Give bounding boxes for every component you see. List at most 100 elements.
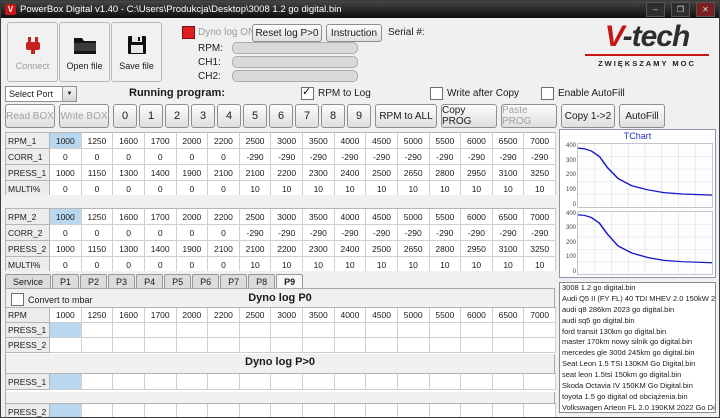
table-cell[interactable]: 10 — [492, 181, 525, 195]
table-cell[interactable]: 5500 — [429, 209, 462, 225]
file-list-item[interactable]: audi q8 286km 2023 go digital.bin — [560, 305, 715, 316]
table-cell[interactable] — [239, 404, 272, 417]
table-cell[interactable]: 6500 — [492, 308, 525, 323]
table-cell[interactable] — [397, 374, 430, 390]
table-cell[interactable]: -290 — [303, 149, 335, 165]
table-cell[interactable]: 2100 — [239, 165, 272, 181]
table-cell[interactable]: 0 — [50, 149, 82, 165]
table-cell[interactable]: -290 — [366, 149, 398, 165]
table-cell[interactable]: 3100 — [492, 165, 525, 181]
table-cell[interactable]: 10 — [366, 181, 398, 195]
table-cell[interactable]: 7000 — [524, 133, 556, 149]
table-cell[interactable]: 3500 — [303, 133, 335, 149]
table-cell[interactable]: 1250 — [81, 308, 114, 323]
file-list-item[interactable]: Audi Q5 II (FY FL) 40 TDI MHEV 2.0 150kW… — [560, 294, 715, 305]
close-button[interactable]: ✕ — [696, 2, 715, 17]
table-cell[interactable] — [429, 338, 462, 353]
file-list-item[interactable]: audi sq5 go digital.bin — [560, 316, 715, 327]
table-cell[interactable]: 3250 — [524, 165, 556, 181]
table-cell[interactable] — [176, 323, 209, 338]
table-cell[interactable] — [524, 374, 556, 390]
program-button-0[interactable]: 0 — [113, 104, 137, 128]
tab-service[interactable]: Service — [5, 274, 52, 289]
write-after-copy-checkbox[interactable]: Write after Copy — [430, 87, 519, 100]
table-cell[interactable]: 2650 — [397, 165, 430, 181]
table-cell[interactable]: 1000 — [50, 165, 82, 181]
table-cell[interactable] — [429, 404, 462, 417]
program-button-5[interactable]: 5 — [243, 104, 267, 128]
table-cell[interactable]: 0 — [144, 257, 177, 271]
enable-autofill-checkbox[interactable]: Enable AutoFill — [541, 87, 625, 100]
table-cell[interactable]: 0 — [50, 225, 82, 241]
table-cell[interactable]: 0 — [81, 181, 114, 195]
table-cell[interactable] — [271, 404, 303, 417]
table-cell[interactable]: 2300 — [303, 241, 335, 257]
table-cell[interactable]: 0 — [113, 181, 145, 195]
table-cell[interactable]: 2000 — [176, 308, 209, 323]
table-cell[interactable] — [461, 404, 493, 417]
table-cell[interactable]: 0 — [81, 225, 114, 241]
table-cell[interactable]: 1700 — [144, 133, 177, 149]
table-cell[interactable] — [334, 404, 367, 417]
tab-p8[interactable]: P8 — [248, 274, 276, 289]
table-cell[interactable]: -290 — [239, 225, 272, 241]
file-list-item[interactable]: master 170km nowy silnik go digital.bin — [560, 337, 715, 348]
table-cell[interactable]: 0 — [50, 181, 82, 195]
table-cell[interactable]: 10 — [461, 257, 493, 271]
table-cell[interactable] — [397, 404, 430, 417]
table-cell[interactable] — [366, 338, 398, 353]
table-cell[interactable]: 2400 — [334, 241, 367, 257]
table-cell[interactable] — [144, 374, 177, 390]
table-cell[interactable] — [271, 323, 303, 338]
table-cell[interactable] — [303, 404, 335, 417]
table-cell[interactable]: 1150 — [81, 241, 114, 257]
table-cell[interactable]: 10 — [366, 257, 398, 271]
table-cell[interactable] — [239, 323, 272, 338]
table-cell[interactable]: 2200 — [208, 209, 240, 225]
program-button-8[interactable]: 8 — [321, 104, 345, 128]
table-cell[interactable]: 2100 — [239, 241, 272, 257]
table-cell[interactable]: 2100 — [208, 165, 240, 181]
table-cell[interactable]: -290 — [524, 225, 556, 241]
table-cell[interactable]: 0 — [176, 149, 209, 165]
table-cell[interactable]: 1900 — [176, 241, 209, 257]
table-cell[interactable] — [366, 374, 398, 390]
table-cell[interactable]: 2500 — [366, 241, 398, 257]
table-cell[interactable] — [176, 404, 209, 417]
table-cell[interactable] — [50, 374, 82, 390]
table-cell[interactable]: 3000 — [271, 133, 303, 149]
table-cell[interactable] — [366, 404, 398, 417]
table-cell[interactable] — [397, 338, 430, 353]
file-list-item[interactable]: mercedes gle 300d 245km go digital.bin — [560, 348, 715, 359]
table-cell[interactable]: 1400 — [144, 165, 177, 181]
table-cell[interactable]: 10 — [271, 181, 303, 195]
table-cell[interactable] — [113, 374, 145, 390]
table-cell[interactable]: -290 — [271, 149, 303, 165]
table-cell[interactable]: 1600 — [113, 209, 145, 225]
file-list-item[interactable]: 3008 1.2 go digital.bin — [560, 283, 715, 294]
reset-log-button[interactable]: Reset log P>0 — [252, 24, 322, 42]
table-cell[interactable] — [303, 323, 335, 338]
table-cell[interactable]: 4000 — [334, 308, 367, 323]
table-cell[interactable]: 0 — [176, 225, 209, 241]
table-cell[interactable]: 10 — [397, 181, 430, 195]
program-button-3[interactable]: 3 — [191, 104, 215, 128]
table-cell[interactable]: 1150 — [81, 165, 114, 181]
table-cell[interactable]: -290 — [239, 149, 272, 165]
table-cell[interactable] — [397, 323, 430, 338]
table-cell[interactable] — [334, 323, 367, 338]
table-cell[interactable] — [492, 338, 525, 353]
table-cell[interactable]: 10 — [239, 257, 272, 271]
table-cell[interactable]: -290 — [524, 149, 556, 165]
table-cell[interactable]: 1700 — [144, 308, 177, 323]
tab-p1[interactable]: P1 — [52, 274, 80, 289]
tab-p3[interactable]: P3 — [108, 274, 136, 289]
table-cell[interactable]: 10 — [271, 257, 303, 271]
table-cell[interactable]: 4000 — [334, 133, 367, 149]
table-cell[interactable]: 10 — [334, 181, 367, 195]
table-cell[interactable] — [144, 404, 177, 417]
table-cell[interactable]: 5500 — [429, 133, 462, 149]
table-cell[interactable] — [208, 338, 240, 353]
table-cell[interactable]: -290 — [397, 149, 430, 165]
table-cell[interactable] — [461, 374, 493, 390]
